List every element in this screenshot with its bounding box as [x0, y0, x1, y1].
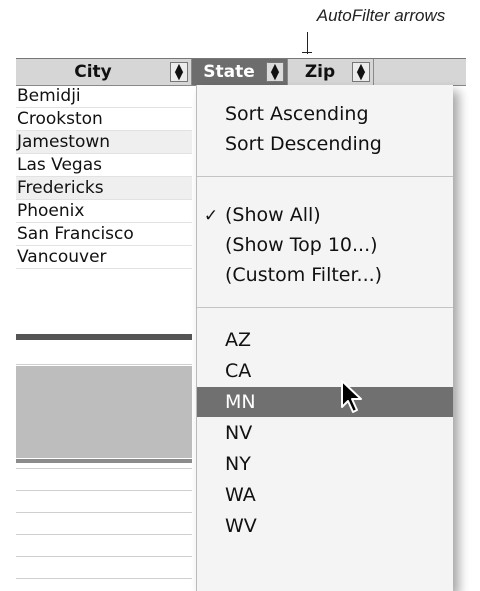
zip-autofilter-arrow-icon[interactable]: ▲ ▼: [352, 62, 370, 82]
menu-item-custom-filter[interactable]: (Custom Filter...): [197, 260, 453, 290]
menu-item-sort-descending[interactable]: Sort Descending: [197, 129, 453, 159]
menu-divider: [197, 176, 453, 177]
state-header-label: State: [203, 62, 255, 82]
city-cell[interactable]: Fredericks: [16, 177, 192, 200]
menu-item-value-highlighted[interactable]: MN: [197, 387, 453, 417]
empty-row-line: [16, 534, 192, 535]
mouse-pointer-icon: [341, 380, 362, 413]
city-cell[interactable]: San Francisco: [16, 223, 192, 246]
menu-item-show-all[interactable]: ✓ (Show All): [197, 200, 453, 230]
autofilter-callout-label: AutoFilter arrows: [316, 6, 446, 25]
city-column-header: City ▲ ▼: [16, 59, 192, 85]
empty-row-line: [16, 490, 192, 491]
empty-row-line: [16, 512, 192, 513]
city-cell[interactable]: Las Vegas: [16, 154, 192, 177]
city-cell[interactable]: Jamestown: [16, 131, 192, 154]
menu-divider: [197, 307, 453, 308]
city-cell[interactable]: Crookston: [16, 108, 192, 131]
city-header-label: City: [74, 62, 112, 82]
block-separator: [16, 459, 192, 463]
city-column: Bemidji Crookston Jamestown Las Vegas Fr…: [16, 85, 192, 269]
menu-item-value[interactable]: NY: [197, 449, 453, 479]
hidden-rows-block: [16, 366, 192, 458]
city-cell[interactable]: Vancouver: [16, 246, 192, 269]
city-cell[interactable]: Phoenix: [16, 200, 192, 223]
callout-leader-tick: [302, 52, 312, 53]
empty-row-line: [16, 364, 192, 365]
menu-item-value[interactable]: WA: [197, 480, 453, 510]
zip-header-label: Zip: [304, 62, 336, 82]
city-autofilter-arrow-icon[interactable]: ▲ ▼: [170, 62, 188, 82]
empty-row-line: [16, 556, 192, 557]
empty-row-line: [16, 578, 192, 579]
menu-item-value[interactable]: WV: [197, 511, 453, 541]
empty-row-line: [16, 468, 192, 469]
state-autofilter-dropdown: Sort Ascending Sort Descending ✓ (Show Al…: [196, 85, 453, 591]
list-end-separator: [16, 334, 192, 340]
zip-column-header: Zip ▲ ▼: [288, 59, 374, 85]
menu-item-show-top-10[interactable]: (Show Top 10...): [197, 230, 453, 260]
menu-item-value[interactable]: CA: [197, 356, 453, 386]
menu-item-value[interactable]: NV: [197, 418, 453, 448]
state-autofilter-arrow-icon[interactable]: ▲ ▼: [266, 62, 284, 82]
checkmark-icon: ✓: [203, 206, 219, 226]
city-cell[interactable]: Bemidji: [16, 85, 192, 108]
show-all-label: (Show All): [225, 204, 321, 226]
menu-item-sort-ascending[interactable]: Sort Ascending: [197, 99, 453, 129]
callout-leader-line: [307, 32, 308, 54]
menu-item-value[interactable]: AZ: [197, 325, 453, 355]
column-header-row: City ▲ ▼ State ▲ ▼ Zip ▲ ▼: [16, 58, 466, 86]
state-column-header: State ▲ ▼: [192, 59, 288, 85]
